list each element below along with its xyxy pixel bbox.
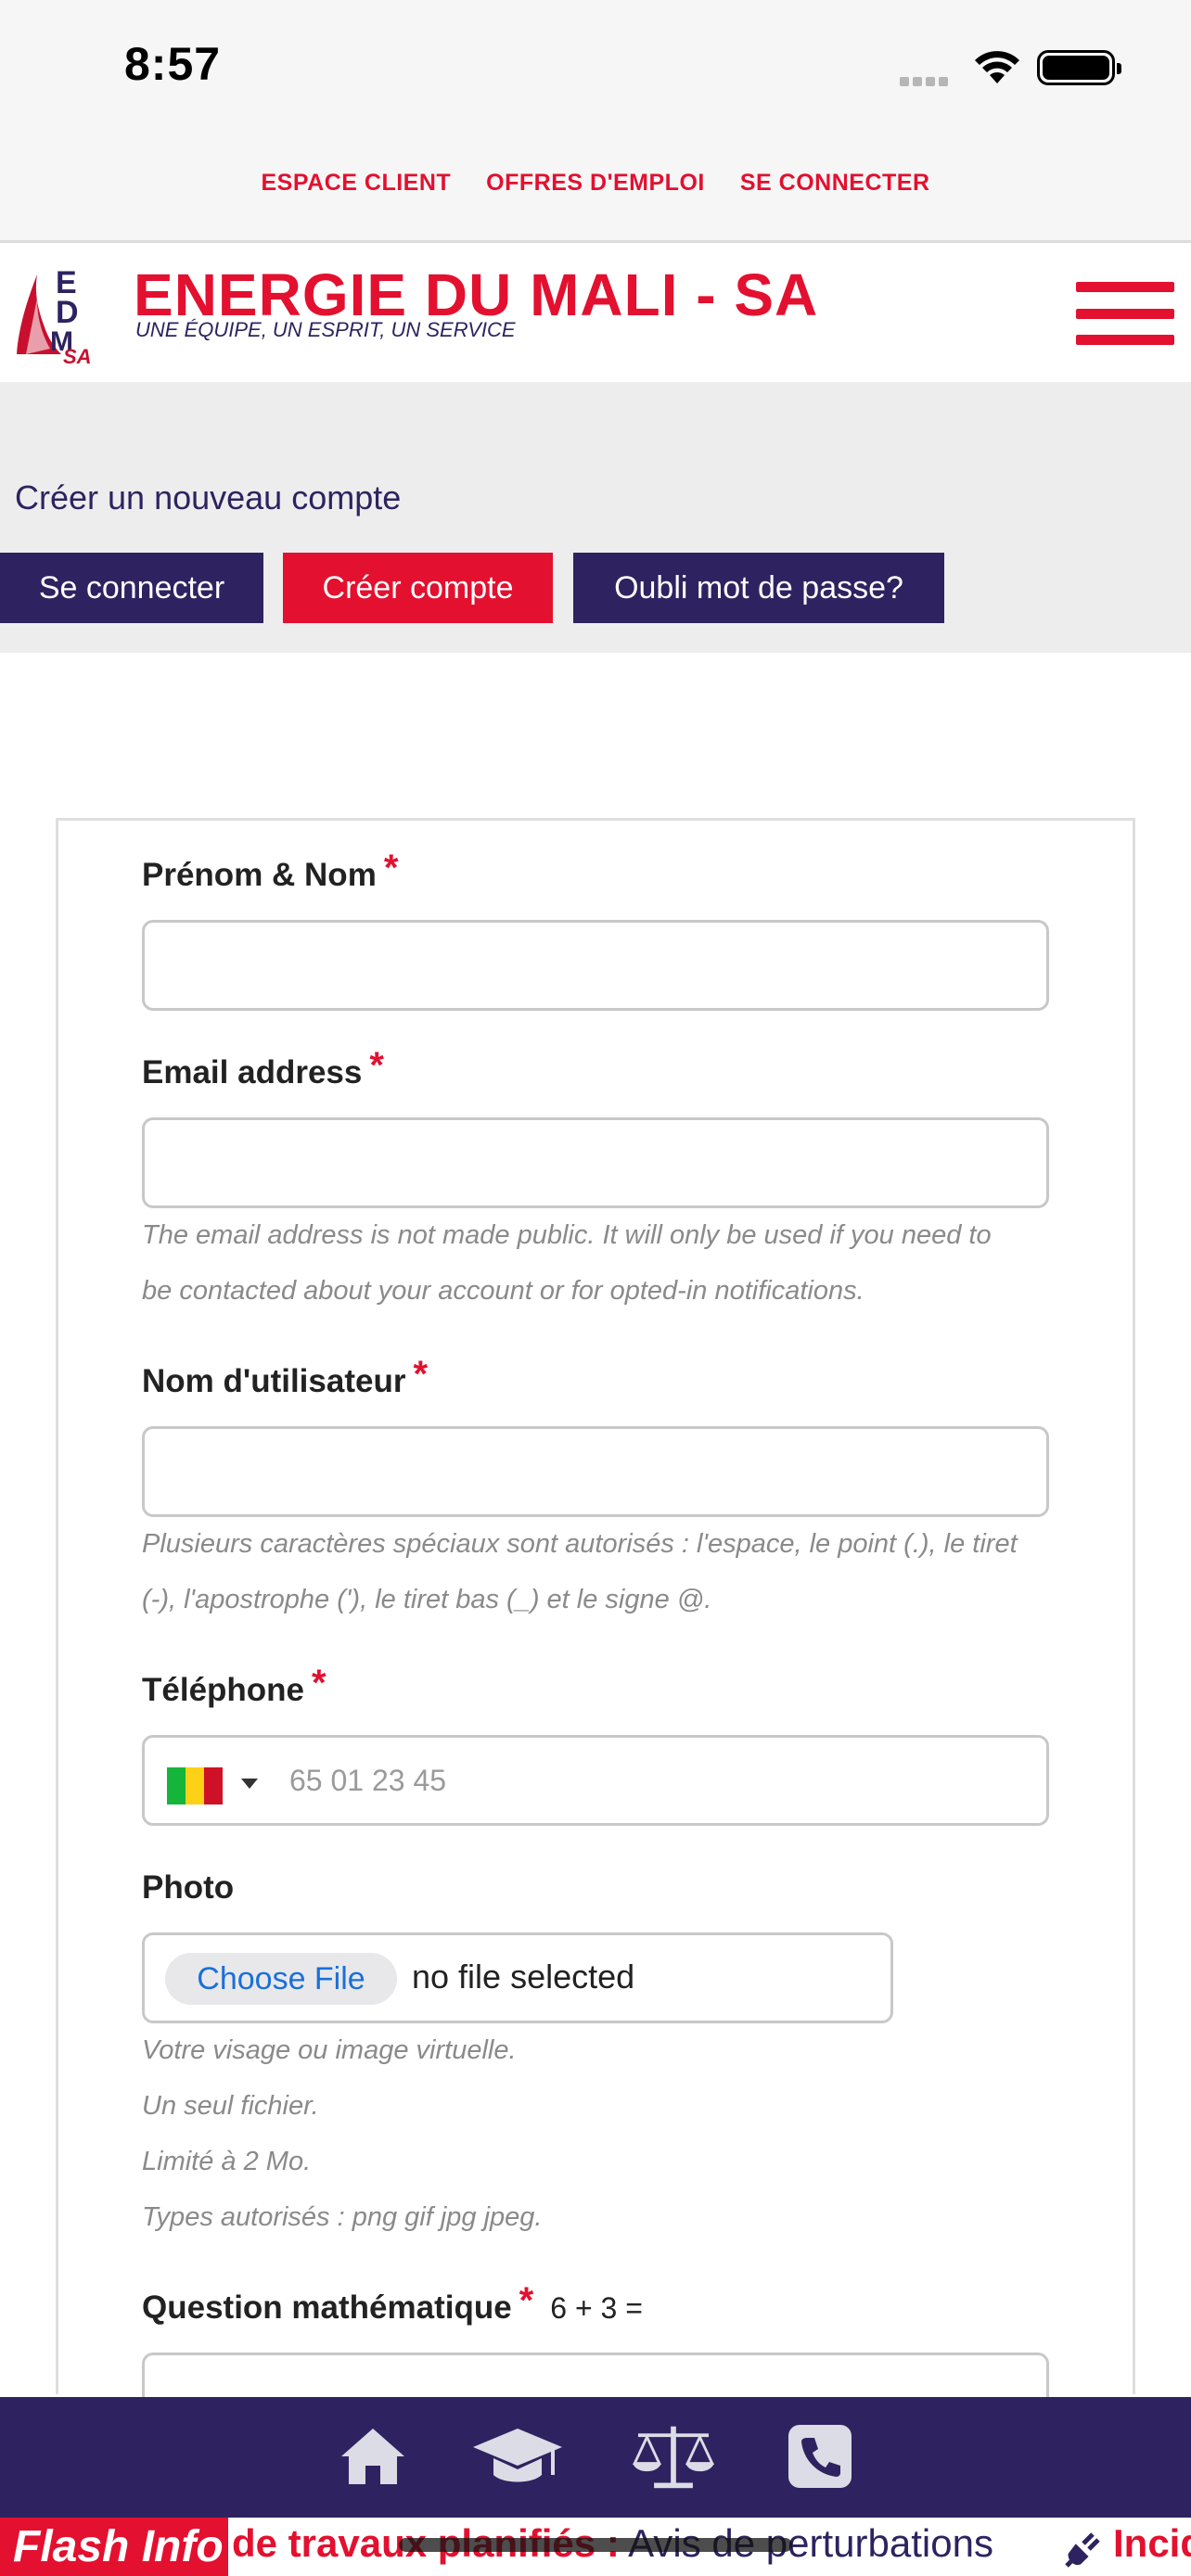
- hamburger-menu-button[interactable]: [1076, 282, 1176, 345]
- balance-scale-icon[interactable]: [627, 2421, 720, 2492]
- email-input[interactable]: [142, 1117, 1049, 1208]
- no-file-selected-text: no file selected: [412, 1958, 635, 1996]
- caret-down-icon[interactable]: [241, 1779, 258, 1789]
- tab-creer-compte[interactable]: Créer compte: [283, 553, 553, 623]
- name-input[interactable]: [142, 920, 1049, 1011]
- link-espace-client[interactable]: ESPACE CLIENT: [262, 170, 452, 197]
- wifi-icon: [975, 51, 1019, 83]
- choose-file-button[interactable]: Choose File: [165, 1953, 397, 2005]
- cellular-signal-icon: [900, 74, 957, 86]
- battery-icon: [1037, 50, 1121, 85]
- required-mark: *: [519, 2280, 534, 2321]
- home-icon[interactable]: [338, 2421, 408, 2492]
- required-mark: *: [383, 848, 399, 888]
- link-se-connecter[interactable]: SE CONNECTER: [740, 170, 930, 197]
- username-help-text: Plusieurs caractères spéciaux sont autor…: [142, 1529, 1018, 1614]
- bottom-nav: [0, 2397, 1191, 2518]
- phone-field-label: Téléphone *: [142, 1663, 327, 1708]
- tab-se-connecter[interactable]: Se connecter: [0, 553, 263, 623]
- edm-logo-icon[interactable]: E D M SA: [9, 261, 102, 363]
- brand-title: ENERGIE DU MALI - SA: [134, 261, 819, 328]
- name-field-label: Prénom & Nom *: [142, 848, 399, 893]
- link-offres-emploi[interactable]: OFFRES D'EMPLOI: [486, 170, 705, 197]
- phone-placeholder: 65 01 23 45: [289, 1764, 447, 1797]
- flash-info-label: Flash Info: [0, 2518, 228, 2576]
- svg-text:SA: SA: [63, 345, 92, 363]
- tab-oubli-mot-de-passe[interactable]: Oubli mot de passe?: [573, 553, 944, 623]
- photo-file-input[interactable]: Choose File no file selected: [142, 1932, 893, 2023]
- required-mark: *: [413, 1354, 429, 1395]
- account-section: Créer un nouveau compte Se connecter Cré…: [0, 382, 1191, 653]
- home-indicator[interactable]: [399, 2538, 792, 2552]
- math-question-label: Question mathématique * 6 + 3 =: [142, 2280, 643, 2326]
- email-help-text: The email address is not made public. It…: [142, 1220, 992, 1306]
- plug-icon: [1065, 2532, 1100, 2568]
- required-mark: *: [312, 1663, 327, 1703]
- site-header: E D M SA ENERGIE DU MALI - SA UNE ÉQUIPE…: [0, 245, 1191, 382]
- graduation-cap-icon[interactable]: [471, 2421, 564, 2492]
- email-field-label: Email address *: [142, 1045, 384, 1090]
- photo-field-label: Photo: [142, 1869, 235, 1906]
- status-bar: 8:57: [0, 0, 1191, 130]
- status-time: 8:57: [124, 38, 222, 90]
- page-title: Créer un nouveau compte: [15, 478, 402, 516]
- svg-text:D: D: [56, 295, 79, 330]
- mali-flag-icon[interactable]: [167, 1767, 223, 1804]
- username-input[interactable]: [142, 1426, 1049, 1517]
- top-links-bar: ESPACE CLIENT OFFRES D'EMPLOI SE CONNECT…: [0, 130, 1191, 243]
- math-expression: 6 + 3 =: [550, 2291, 643, 2325]
- username-field-label: Nom d'utilisateur *: [142, 1354, 429, 1399]
- photo-help-text: Votre visage ou image virtuelle. Un seul…: [142, 2035, 543, 2232]
- phone-icon[interactable]: [785, 2421, 855, 2492]
- brand-tagline: UNE ÉQUIPE, UN ESPRIT, UN SERVICE: [135, 318, 516, 341]
- phone-input[interactable]: 65 01 23 45: [142, 1735, 1049, 1826]
- flash-info-next-text[interactable]: Incid: [1113, 2521, 1191, 2566]
- required-mark: *: [369, 1045, 384, 1086]
